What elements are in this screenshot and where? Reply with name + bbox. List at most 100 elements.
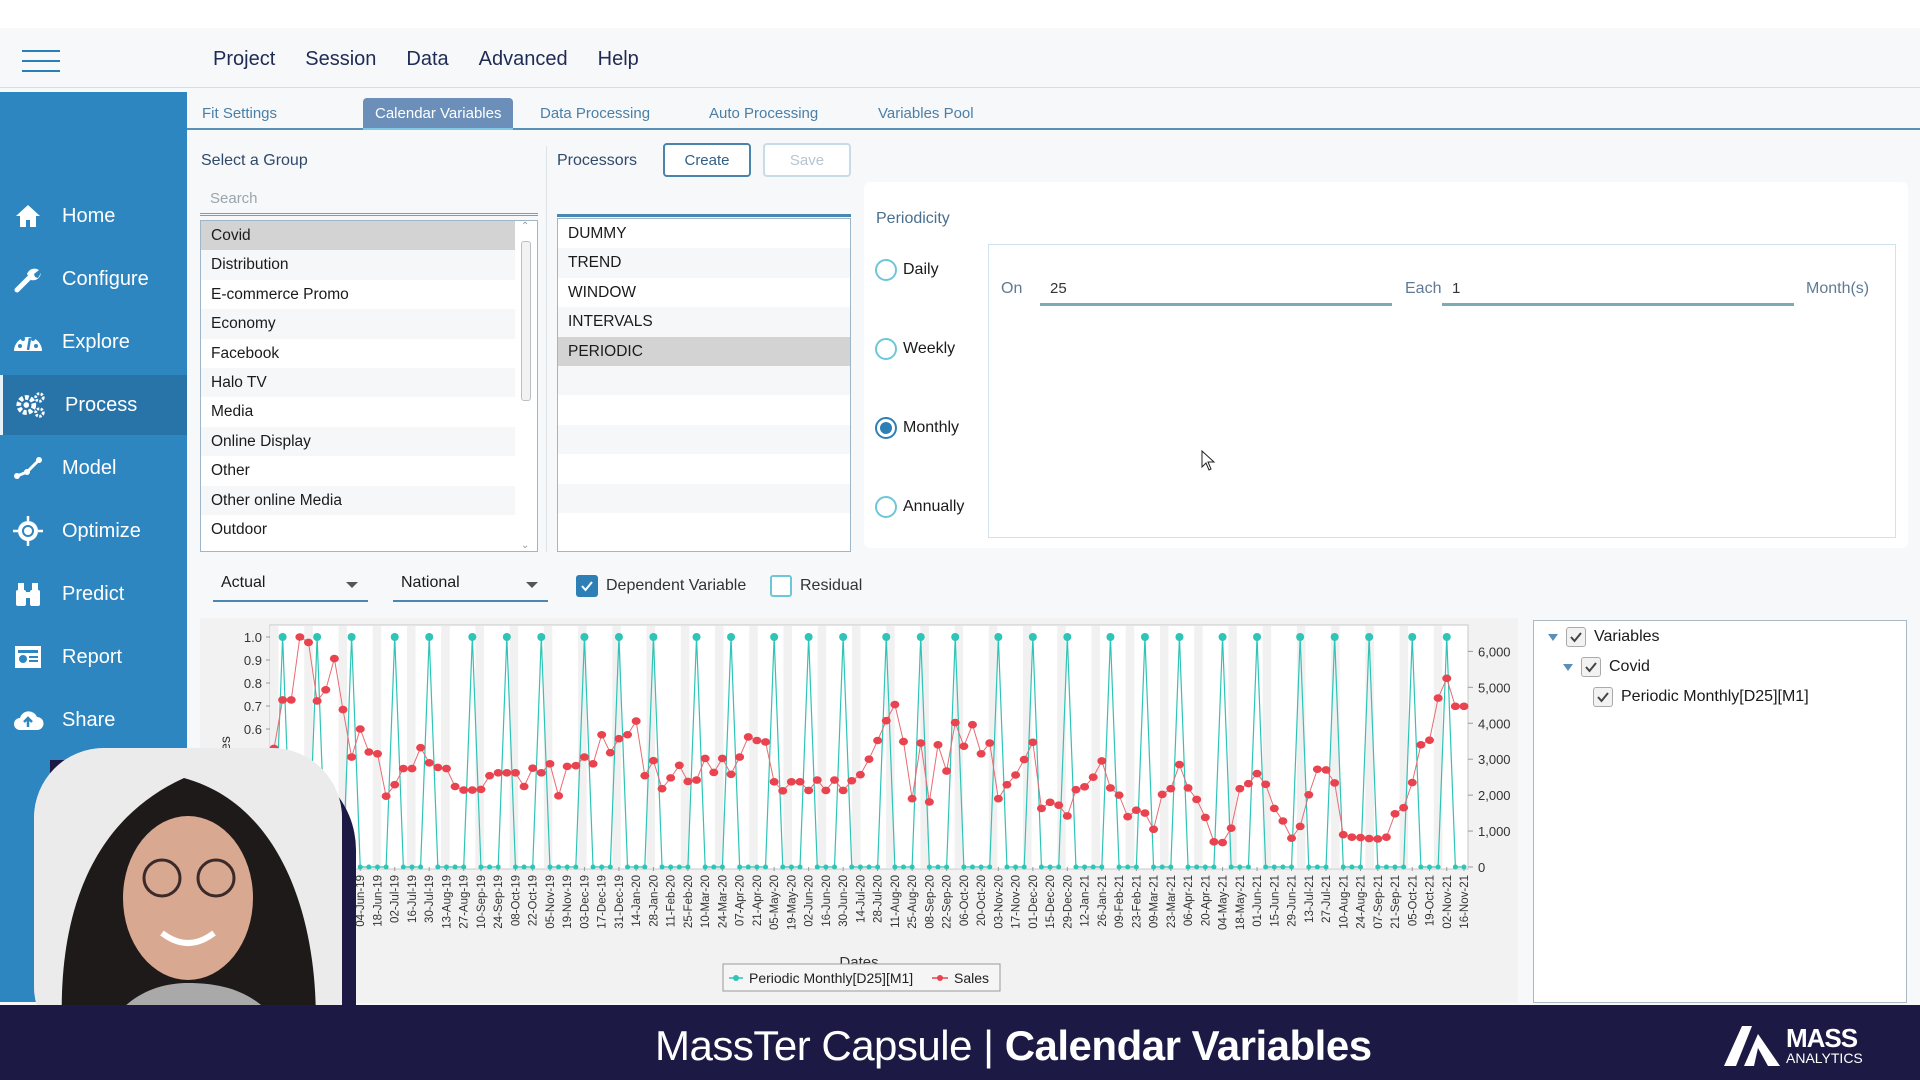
periodic-point xyxy=(1435,864,1441,870)
sidebar-item-predict[interactable]: Predict xyxy=(0,564,187,624)
menu-project[interactable]: Project xyxy=(213,48,275,71)
view-select[interactable]: Actual xyxy=(213,568,368,602)
x-axis-tick-label: 01-Dec-20 xyxy=(1028,875,1040,929)
chart-container: 0.60.70.80.91.0Values01,0002,0003,0004,0… xyxy=(200,618,1518,1003)
x-axis-tick-label: 11-Feb-20 xyxy=(666,875,678,927)
menu-data[interactable]: Data xyxy=(406,48,448,71)
x-axis-tick-label: 07-Sep-21 xyxy=(1373,875,1385,929)
tab-fit-settings[interactable]: Fit Settings xyxy=(202,98,277,130)
processor-list-item[interactable]: WINDOW xyxy=(558,278,850,307)
collapse-triangle-icon[interactable] xyxy=(1563,663,1573,671)
x-axis-tick-label: 05-Nov-19 xyxy=(545,875,557,929)
periodic-point xyxy=(599,864,605,870)
group-list-item[interactable]: Halo TV xyxy=(201,367,515,398)
sales-point xyxy=(1192,795,1202,804)
tree-node-covid[interactable]: Covid xyxy=(1563,657,1650,677)
tree-checkbox[interactable] xyxy=(1566,627,1586,647)
periodic-point xyxy=(278,633,287,641)
dependent-variable-checkbox[interactable]: Dependent Variable xyxy=(576,575,746,597)
tab-calendar-variables[interactable]: Calendar Variables xyxy=(363,98,514,130)
group-list-item[interactable]: Media xyxy=(201,397,515,426)
processor-list-item[interactable]: DUMMY xyxy=(558,219,850,248)
radio-monthly[interactable]: Monthly xyxy=(875,417,959,439)
menu-help[interactable]: Help xyxy=(598,48,639,71)
create-button[interactable]: Create xyxy=(663,143,751,177)
save-button[interactable]: Save xyxy=(763,143,851,177)
group-list-item[interactable]: Other xyxy=(201,456,515,485)
plot-stripe xyxy=(817,626,827,868)
periodic-point xyxy=(926,864,932,870)
sales-point xyxy=(329,654,339,663)
plot-stripe xyxy=(441,626,450,868)
periodic-point xyxy=(625,864,631,870)
periodic-point xyxy=(1185,864,1191,870)
radio-weekly[interactable]: Weekly xyxy=(875,338,955,360)
group-list-item[interactable]: Other online Media xyxy=(201,485,515,515)
periodic-point xyxy=(1133,864,1139,870)
region-select[interactable]: National xyxy=(393,568,548,602)
sidebar-item-explore[interactable]: Explore xyxy=(0,312,187,372)
group-list-item[interactable]: Facebook xyxy=(201,339,515,368)
group-list-item[interactable]: E-commerce Promo xyxy=(201,280,515,309)
sales-point xyxy=(407,764,417,773)
x-axis-tick-label: 11-Aug-20 xyxy=(890,875,902,928)
variables-tree: Variables Covid Periodic Monthly[D25][M1… xyxy=(1533,620,1907,1003)
group-list-item[interactable]: Economy xyxy=(201,309,515,339)
on-day-input[interactable]: 25 xyxy=(1040,276,1392,306)
sales-point xyxy=(1416,741,1426,749)
processor-list-item[interactable]: TREND xyxy=(558,248,850,278)
sidebar-item-report[interactable]: Report xyxy=(0,627,187,687)
plot-stripe xyxy=(1399,626,1409,868)
hamburger-menu-icon[interactable] xyxy=(22,50,60,72)
x-axis-tick-label: 08-Oct-19 xyxy=(510,875,522,926)
group-search-input[interactable]: Search xyxy=(200,186,538,216)
plot-stripe xyxy=(372,626,382,868)
sidebar-item-process[interactable]: Process xyxy=(0,375,187,435)
periodic-point xyxy=(1228,864,1234,870)
periodic-point xyxy=(1013,864,1019,870)
x-axis-tick-label: 02-Nov-21 xyxy=(1442,875,1454,929)
sidebar-item-home[interactable]: Home xyxy=(0,186,187,246)
sales-point xyxy=(1080,783,1090,791)
periodic-point xyxy=(633,864,639,870)
menu-advanced[interactable]: Advanced xyxy=(479,48,568,71)
group-list-item[interactable]: Outdoor xyxy=(201,515,515,544)
tab-auto-processing[interactable]: Auto Processing xyxy=(709,98,818,130)
periodic-point xyxy=(564,864,570,870)
residual-checkbox[interactable]: Residual xyxy=(770,575,862,597)
sales-point xyxy=(648,756,658,765)
each-month-input[interactable]: 1 xyxy=(1442,276,1794,306)
radio-daily[interactable]: Daily xyxy=(875,259,939,281)
tab-data-processing[interactable]: Data Processing xyxy=(540,98,650,130)
x-axis-tick-label: 09-Feb-21 xyxy=(1114,875,1126,928)
sidebar-item-optimize[interactable]: Optimize xyxy=(0,501,187,561)
sales-point xyxy=(916,739,926,747)
processor-list-item[interactable]: INTERVALS xyxy=(558,307,850,337)
tree-checkbox[interactable] xyxy=(1593,687,1613,707)
tree-checkbox[interactable] xyxy=(1581,657,1601,677)
tree-node-variables[interactable]: Variables xyxy=(1548,627,1660,647)
scroll-up-arrow-icon[interactable]: ⌃ xyxy=(521,221,529,232)
scroll-down-arrow-icon[interactable]: ⌄ xyxy=(521,540,529,551)
sidebar-item-model[interactable]: Model xyxy=(0,438,187,498)
scroll-thumb[interactable] xyxy=(521,241,531,401)
periodic-point xyxy=(770,633,779,641)
tree-node-periodic-monthly[interactable]: Periodic Monthly[D25][M1] xyxy=(1593,687,1809,707)
sidebar-item-share[interactable]: Share xyxy=(0,690,187,750)
sidebar-item-label: Configure xyxy=(62,267,149,290)
periodic-point xyxy=(1408,633,1417,641)
periodic-point xyxy=(1452,864,1458,870)
periodic-point xyxy=(754,864,760,870)
group-list-item[interactable]: Distribution xyxy=(201,250,515,280)
group-list-item[interactable]: Online Display xyxy=(201,426,515,457)
group-list-scrollbar[interactable]: ⌃ ⌄ xyxy=(519,221,533,551)
sidebar-item-configure[interactable]: Configure xyxy=(0,249,187,309)
menu-session[interactable]: Session xyxy=(305,48,376,71)
collapse-triangle-icon[interactable] xyxy=(1548,633,1558,641)
group-list-item[interactable]: Covid xyxy=(201,221,515,251)
periodic-point xyxy=(857,864,863,870)
tab-variables-pool[interactable]: Variables Pool xyxy=(878,98,974,130)
sales-point xyxy=(1019,755,1029,764)
processor-list-item[interactable]: PERIODIC xyxy=(558,336,850,366)
radio-annually[interactable]: Annually xyxy=(875,496,964,518)
